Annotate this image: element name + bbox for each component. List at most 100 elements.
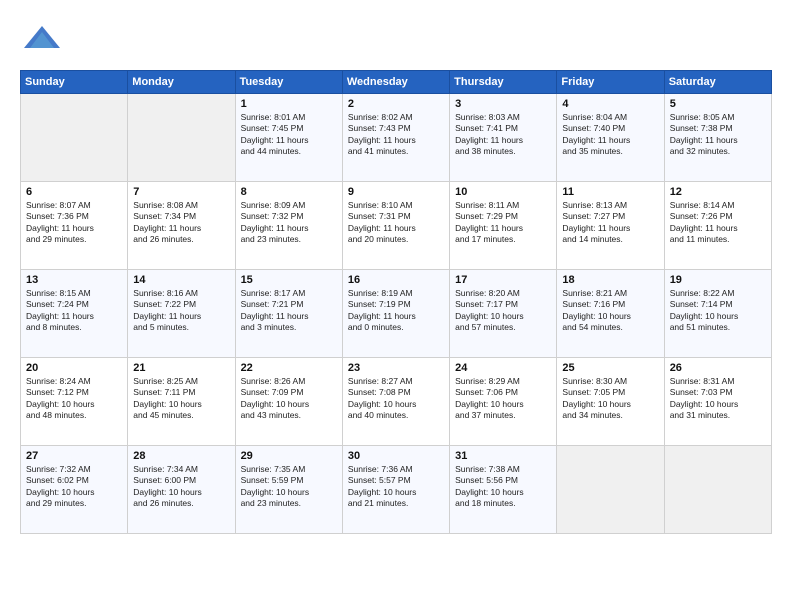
day-number: 13 bbox=[26, 274, 122, 286]
day-info: Sunrise: 7:38 AM Sunset: 5:56 PM Dayligh… bbox=[455, 464, 551, 510]
day-info: Sunrise: 8:19 AM Sunset: 7:19 PM Dayligh… bbox=[348, 288, 444, 334]
day-number: 11 bbox=[562, 186, 658, 198]
week-row-2: 13 Sunrise: 8:15 AM Sunset: 7:24 PM Dayli… bbox=[21, 270, 772, 358]
day-info: Sunrise: 7:32 AM Sunset: 6:02 PM Dayligh… bbox=[26, 464, 122, 510]
calendar-cell: 20 Sunrise: 8:24 AM Sunset: 7:12 PM Dayli… bbox=[21, 358, 128, 446]
page: SundayMondayTuesdayWednesdayThursdayFrid… bbox=[0, 0, 792, 612]
weekday-header-thursday: Thursday bbox=[450, 71, 557, 94]
day-number: 29 bbox=[241, 450, 337, 462]
week-row-3: 20 Sunrise: 8:24 AM Sunset: 7:12 PM Dayli… bbox=[21, 358, 772, 446]
day-number: 6 bbox=[26, 186, 122, 198]
day-number: 10 bbox=[455, 186, 551, 198]
weekday-header-monday: Monday bbox=[128, 71, 235, 94]
day-number: 28 bbox=[133, 450, 229, 462]
day-number: 16 bbox=[348, 274, 444, 286]
weekday-header-friday: Friday bbox=[557, 71, 664, 94]
calendar-table: SundayMondayTuesdayWednesdayThursdayFrid… bbox=[20, 70, 772, 534]
calendar-cell: 21Sunrise: 8:25 AM Sunset: 7:11 PM Dayli… bbox=[128, 358, 235, 446]
day-info: Sunrise: 8:14 AM Sunset: 7:26 PM Dayligh… bbox=[670, 200, 766, 246]
day-info: Sunrise: 8:30 AM Sunset: 7:05 PM Dayligh… bbox=[562, 376, 658, 422]
day-number: 1 bbox=[241, 98, 337, 110]
day-number: 18 bbox=[562, 274, 658, 286]
day-number: 24 bbox=[455, 362, 551, 374]
calendar-cell: 13 Sunrise: 8:15 AM Sunset: 7:24 PM Dayli… bbox=[21, 270, 128, 358]
calendar-cell: 10 Sunrise: 8:11 AM Sunset: 7:29 PM Dayli… bbox=[450, 182, 557, 270]
day-number: 17 bbox=[455, 274, 551, 286]
day-info: Sunrise: 8:27 AM Sunset: 7:08 PM Dayligh… bbox=[348, 376, 444, 422]
day-info: Sunrise: 8:01 AM Sunset: 7:45 PM Dayligh… bbox=[241, 112, 337, 158]
calendar-cell bbox=[128, 94, 235, 182]
day-info: Sunrise: 8:17 AM Sunset: 7:21 PM Dayligh… bbox=[241, 288, 337, 334]
calendar-cell: 23Sunrise: 8:27 AM Sunset: 7:08 PM Dayli… bbox=[342, 358, 449, 446]
day-info: Sunrise: 7:35 AM Sunset: 5:59 PM Dayligh… bbox=[241, 464, 337, 510]
calendar-cell: 29 Sunrise: 7:35 AM Sunset: 5:59 PM Dayli… bbox=[235, 446, 342, 534]
day-info: Sunrise: 8:29 AM Sunset: 7:06 PM Dayligh… bbox=[455, 376, 551, 422]
day-info: Sunrise: 8:24 AM Sunset: 7:12 PM Dayligh… bbox=[26, 376, 122, 422]
day-number: 27 bbox=[26, 450, 122, 462]
day-number: 3 bbox=[455, 98, 551, 110]
day-info: Sunrise: 8:16 AM Sunset: 7:22 PM Dayligh… bbox=[133, 288, 229, 334]
calendar-cell: 11 Sunrise: 8:13 AM Sunset: 7:27 PM Dayli… bbox=[557, 182, 664, 270]
calendar-cell: 12 Sunrise: 8:14 AM Sunset: 7:26 PM Dayli… bbox=[664, 182, 771, 270]
calendar-cell: 16 Sunrise: 8:19 AM Sunset: 7:19 PM Dayli… bbox=[342, 270, 449, 358]
calendar-cell: 9 Sunrise: 8:10 AM Sunset: 7:31 PM Daylig… bbox=[342, 182, 449, 270]
day-info: Sunrise: 8:31 AM Sunset: 7:03 PM Dayligh… bbox=[670, 376, 766, 422]
header bbox=[20, 16, 772, 60]
day-number: 7 bbox=[133, 186, 229, 198]
day-number: 9 bbox=[348, 186, 444, 198]
calendar-cell: 17 Sunrise: 8:20 AM Sunset: 7:17 PM Dayli… bbox=[450, 270, 557, 358]
day-info: Sunrise: 8:09 AM Sunset: 7:32 PM Dayligh… bbox=[241, 200, 337, 246]
calendar-cell: 15Sunrise: 8:17 AM Sunset: 7:21 PM Dayli… bbox=[235, 270, 342, 358]
weekday-header-wednesday: Wednesday bbox=[342, 71, 449, 94]
day-info: Sunrise: 8:13 AM Sunset: 7:27 PM Dayligh… bbox=[562, 200, 658, 246]
logo bbox=[20, 16, 66, 60]
day-info: Sunrise: 8:26 AM Sunset: 7:09 PM Dayligh… bbox=[241, 376, 337, 422]
calendar-body: 1 Sunrise: 8:01 AM Sunset: 7:45 PM Daylig… bbox=[21, 94, 772, 534]
weekday-header-saturday: Saturday bbox=[664, 71, 771, 94]
day-info: Sunrise: 8:07 AM Sunset: 7:36 PM Dayligh… bbox=[26, 200, 122, 246]
calendar-cell: 19 Sunrise: 8:22 AM Sunset: 7:14 PM Dayli… bbox=[664, 270, 771, 358]
day-number: 22 bbox=[241, 362, 337, 374]
day-number: 8 bbox=[241, 186, 337, 198]
calendar-cell: 7 Sunrise: 8:08 AM Sunset: 7:34 PM Daylig… bbox=[128, 182, 235, 270]
day-info: Sunrise: 8:25 AM Sunset: 7:11 PM Dayligh… bbox=[133, 376, 229, 422]
week-row-0: 1 Sunrise: 8:01 AM Sunset: 7:45 PM Daylig… bbox=[21, 94, 772, 182]
calendar-header: SundayMondayTuesdayWednesdayThursdayFrid… bbox=[21, 71, 772, 94]
day-info: Sunrise: 8:08 AM Sunset: 7:34 PM Dayligh… bbox=[133, 200, 229, 246]
day-info: Sunrise: 8:04 AM Sunset: 7:40 PM Dayligh… bbox=[562, 112, 658, 158]
logo-icon bbox=[20, 16, 64, 60]
calendar-cell: 28 Sunrise: 7:34 AM Sunset: 6:00 PM Dayli… bbox=[128, 446, 235, 534]
day-number: 19 bbox=[670, 274, 766, 286]
calendar-cell: 24 Sunrise: 8:29 AM Sunset: 7:06 PM Dayli… bbox=[450, 358, 557, 446]
calendar-cell: 14 Sunrise: 8:16 AM Sunset: 7:22 PM Dayli… bbox=[128, 270, 235, 358]
calendar-cell: 8 Sunrise: 8:09 AM Sunset: 7:32 PM Daylig… bbox=[235, 182, 342, 270]
day-number: 25 bbox=[562, 362, 658, 374]
day-number: 20 bbox=[26, 362, 122, 374]
calendar-cell: 22 Sunrise: 8:26 AM Sunset: 7:09 PM Dayli… bbox=[235, 358, 342, 446]
day-info: Sunrise: 8:11 AM Sunset: 7:29 PM Dayligh… bbox=[455, 200, 551, 246]
day-number: 5 bbox=[670, 98, 766, 110]
calendar-cell: 5Sunrise: 8:05 AM Sunset: 7:38 PM Daylig… bbox=[664, 94, 771, 182]
calendar-cell: 25 Sunrise: 8:30 AM Sunset: 7:05 PM Dayli… bbox=[557, 358, 664, 446]
day-info: Sunrise: 8:22 AM Sunset: 7:14 PM Dayligh… bbox=[670, 288, 766, 334]
weekday-header-sunday: Sunday bbox=[21, 71, 128, 94]
calendar-cell: 31Sunrise: 7:38 AM Sunset: 5:56 PM Dayli… bbox=[450, 446, 557, 534]
day-number: 14 bbox=[133, 274, 229, 286]
calendar-cell: 27 Sunrise: 7:32 AM Sunset: 6:02 PM Dayli… bbox=[21, 446, 128, 534]
weekday-header-tuesday: Tuesday bbox=[235, 71, 342, 94]
day-info: Sunrise: 8:20 AM Sunset: 7:17 PM Dayligh… bbox=[455, 288, 551, 334]
calendar-cell bbox=[21, 94, 128, 182]
calendar-cell bbox=[664, 446, 771, 534]
calendar-cell: 30Sunrise: 7:36 AM Sunset: 5:57 PM Dayli… bbox=[342, 446, 449, 534]
week-row-1: 6 Sunrise: 8:07 AM Sunset: 7:36 PM Daylig… bbox=[21, 182, 772, 270]
day-info: Sunrise: 8:10 AM Sunset: 7:31 PM Dayligh… bbox=[348, 200, 444, 246]
day-number: 26 bbox=[670, 362, 766, 374]
weekday-row: SundayMondayTuesdayWednesdayThursdayFrid… bbox=[21, 71, 772, 94]
day-number: 12 bbox=[670, 186, 766, 198]
day-info: Sunrise: 8:15 AM Sunset: 7:24 PM Dayligh… bbox=[26, 288, 122, 334]
day-info: Sunrise: 8:03 AM Sunset: 7:41 PM Dayligh… bbox=[455, 112, 551, 158]
day-number: 2 bbox=[348, 98, 444, 110]
day-info: Sunrise: 7:34 AM Sunset: 6:00 PM Dayligh… bbox=[133, 464, 229, 510]
day-info: Sunrise: 7:36 AM Sunset: 5:57 PM Dayligh… bbox=[348, 464, 444, 510]
week-row-4: 27 Sunrise: 7:32 AM Sunset: 6:02 PM Dayli… bbox=[21, 446, 772, 534]
